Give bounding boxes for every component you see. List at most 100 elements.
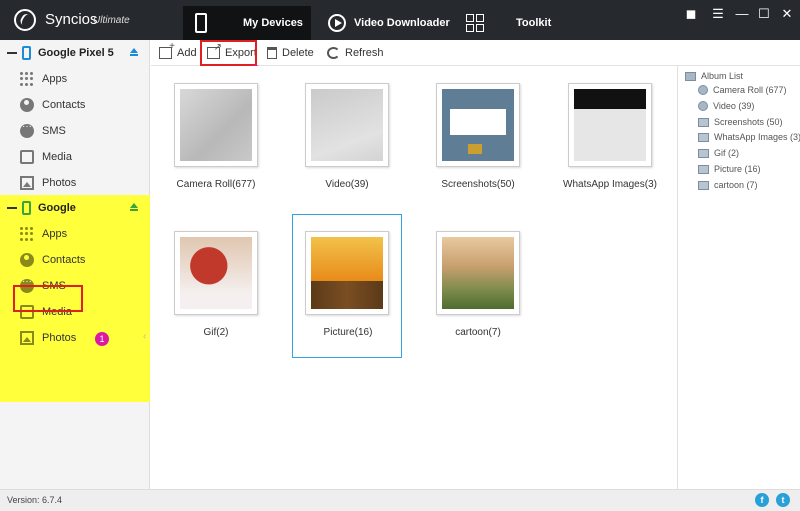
sidebar-item-photos[interactable]: Photos xyxy=(0,170,150,196)
sidebar-item-contacts[interactable]: Contacts xyxy=(0,92,150,118)
apps-icon xyxy=(20,227,34,241)
album-list-title: Album List xyxy=(701,71,744,81)
album-list-item-label: cartoon (7) xyxy=(714,180,758,190)
sidebar-item-sms[interactable]: SMS xyxy=(0,118,150,144)
album-list-panel: Album List Camera Roll (677) Video (39) … xyxy=(677,66,800,489)
album-list-item[interactable]: Screenshots (50) xyxy=(698,115,783,129)
tab-label: My Devices xyxy=(243,17,303,29)
apps-icon xyxy=(20,72,34,86)
device-sidebar: Google Pixel 5 Apps Contacts SMS Media P… xyxy=(0,40,150,489)
album-list-item-label: Screenshots (50) xyxy=(714,117,783,127)
title-bar: Syncios Ultimate My Devices Video Downlo… xyxy=(0,0,800,40)
album-picture-selected[interactable]: Picture(16) xyxy=(292,214,402,358)
phone-icon xyxy=(195,13,207,33)
media-icon xyxy=(20,150,34,164)
album-list-item-label: Picture (16) xyxy=(714,164,761,174)
album-list-item[interactable]: Gif (2) xyxy=(698,146,739,160)
device-google-pixel-5[interactable]: Google Pixel 5 xyxy=(0,40,150,66)
add-button[interactable]: Add xyxy=(159,41,197,61)
collapse-dash-icon[interactable] xyxy=(7,207,17,209)
tab-label: Toolkit xyxy=(516,17,552,29)
album-thumbnail xyxy=(174,231,258,315)
device-google[interactable]: Google xyxy=(0,195,150,221)
phone-icon xyxy=(22,201,31,215)
device-name: Google Pixel 5 xyxy=(38,47,114,59)
album-video[interactable]: Video(39) xyxy=(282,66,392,206)
image-icon xyxy=(698,180,709,190)
album-list-item-label: WhatsApp Images (3) xyxy=(714,132,800,142)
album-gif[interactable]: Gif(2) xyxy=(151,214,261,354)
photos-icon xyxy=(20,176,34,190)
album-label: Camera Roll(677) xyxy=(176,179,256,190)
album-list-item-label: Gif (2) xyxy=(714,148,740,158)
collapse-arrow-icon[interactable]: ‹ xyxy=(143,331,150,343)
sidebar-item-label: Photos xyxy=(42,332,77,344)
album-list-item[interactable]: Video (39) xyxy=(698,99,754,113)
app-brand: Syncios xyxy=(45,11,98,28)
album-list-header[interactable]: Album List xyxy=(685,69,743,83)
sidebar-item-label: Apps xyxy=(42,73,68,85)
status-bar: Version: 6.7.4 f t xyxy=(0,489,800,511)
facebook-icon[interactable]: f xyxy=(755,493,769,507)
camera-icon xyxy=(698,85,708,95)
sidebar-item-contacts[interactable]: Contacts xyxy=(0,247,150,273)
sidebar-item-label: Contacts xyxy=(42,254,86,266)
album-label: Screenshots(50) xyxy=(441,179,515,190)
album-label: Gif(2) xyxy=(203,327,229,338)
eject-icon[interactable] xyxy=(130,203,138,211)
album-label: cartoon(7) xyxy=(455,327,501,338)
tab-label: Video Downloader xyxy=(354,17,450,29)
phone-icon xyxy=(22,46,31,60)
tab-my-devices[interactable]: My Devices xyxy=(183,6,311,40)
refresh-icon xyxy=(327,47,340,59)
album-thumbnail xyxy=(174,83,258,167)
toolkit-grid-icon xyxy=(466,14,484,32)
step-badge-1: 1 xyxy=(95,332,109,346)
contacts-icon xyxy=(20,253,34,267)
menu-icon[interactable]: ☰ xyxy=(710,6,726,22)
eject-icon[interactable] xyxy=(130,48,138,56)
album-cartoon[interactable]: cartoon(7) xyxy=(413,214,523,354)
album-thumbnail xyxy=(436,83,520,167)
annotation-highlight-export xyxy=(200,40,257,66)
feedback-icon[interactable]: ◼ xyxy=(683,6,699,22)
sidebar-item-label: Contacts xyxy=(42,99,86,111)
sms-icon xyxy=(20,121,34,138)
minimize-button[interactable]: — xyxy=(734,6,750,22)
play-icon xyxy=(328,14,346,32)
image-icon xyxy=(685,71,696,81)
album-list-item-label: Camera Roll (677) xyxy=(713,85,787,95)
image-icon xyxy=(698,117,709,127)
album-list-item[interactable]: Camera Roll (677) xyxy=(698,83,787,97)
image-icon xyxy=(698,132,709,142)
refresh-label: Refresh xyxy=(345,47,384,59)
collapse-dash-icon[interactable] xyxy=(7,52,17,54)
album-list-item[interactable]: Picture (16) xyxy=(698,162,761,176)
sidebar-item-label: Photos xyxy=(42,177,77,189)
album-list-item[interactable]: WhatsApp Images (3) xyxy=(698,130,800,144)
maximize-button[interactable]: ☐ xyxy=(756,6,772,22)
album-list-item[interactable]: cartoon (7) xyxy=(698,178,758,192)
sidebar-item-label: Apps xyxy=(42,228,68,240)
album-whatsapp-images[interactable]: WhatsApp Images(3) xyxy=(545,66,657,206)
tab-video-downloader[interactable]: Video Downloader xyxy=(318,6,456,40)
tab-toolkit[interactable]: Toolkit xyxy=(460,6,564,40)
sidebar-item-media[interactable]: Media xyxy=(0,144,150,170)
album-camera-roll[interactable]: Camera Roll(677) xyxy=(151,66,261,206)
video-camera-icon xyxy=(698,101,708,111)
syncios-logo-icon xyxy=(14,9,36,31)
app-edition: Ultimate xyxy=(93,15,130,26)
annotation-highlight-photos xyxy=(13,285,83,312)
add-label: Add xyxy=(177,47,197,59)
sidebar-item-apps[interactable]: Apps xyxy=(0,221,150,247)
sidebar-item-photos-selected[interactable]: Photos xyxy=(0,325,150,351)
image-icon xyxy=(698,148,709,158)
photo-album-grid: Camera Roll(677) Video(39) Screenshots(5… xyxy=(151,66,677,489)
sidebar-item-apps[interactable]: Apps xyxy=(0,66,150,92)
photos-icon xyxy=(20,331,34,345)
refresh-button[interactable]: Refresh xyxy=(327,45,384,61)
album-screenshots[interactable]: Screenshots(50) xyxy=(413,66,523,206)
delete-button[interactable]: Delete xyxy=(267,45,314,61)
close-button[interactable]: ✕ xyxy=(779,6,795,22)
twitter-icon[interactable]: t xyxy=(776,493,790,507)
